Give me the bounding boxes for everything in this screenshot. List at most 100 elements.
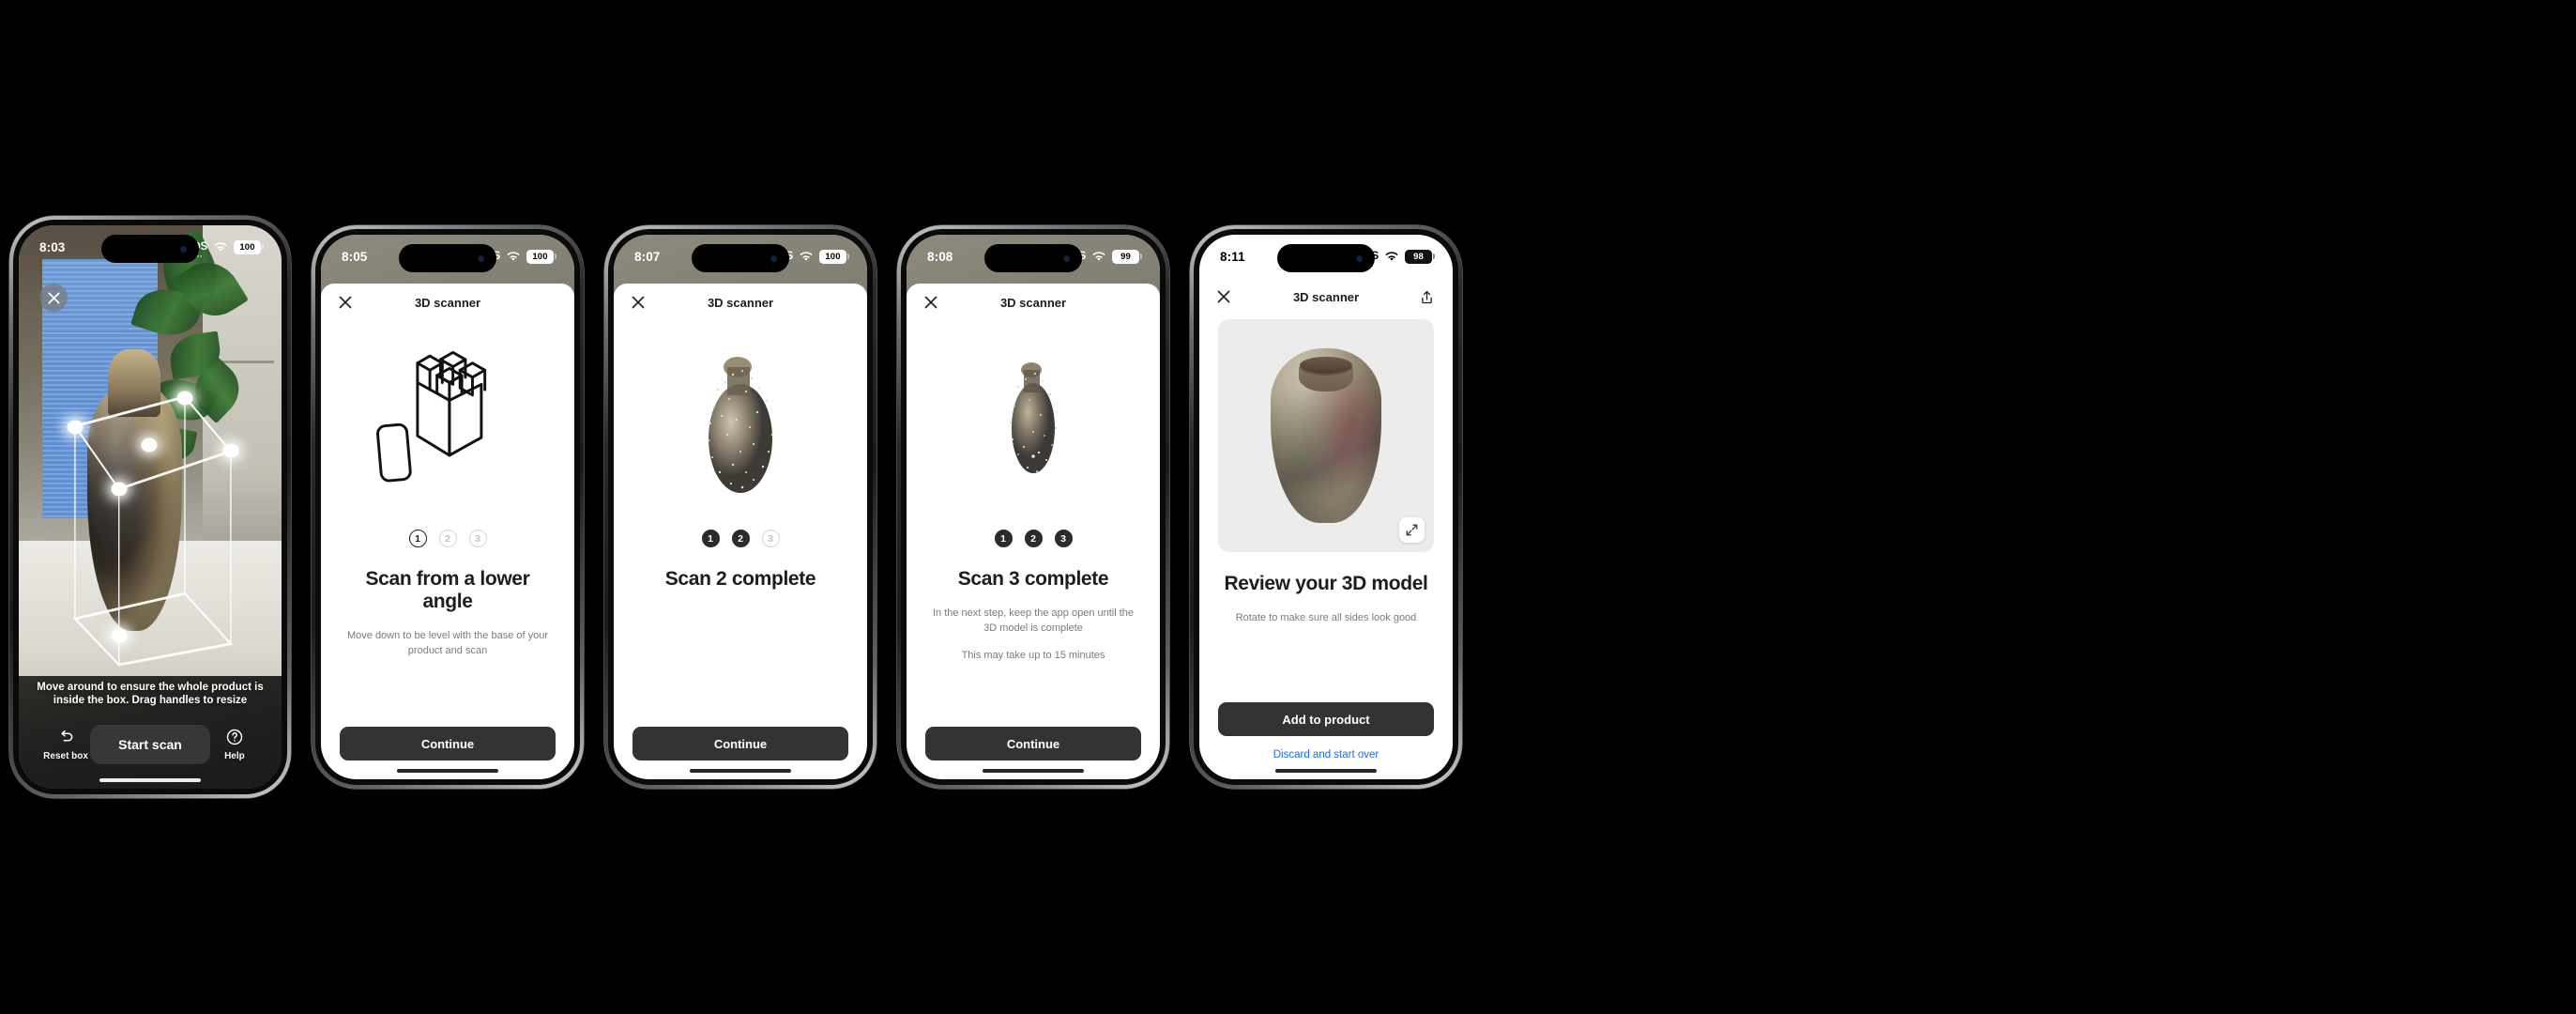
step-3: 3 xyxy=(468,530,487,547)
close-button[interactable] xyxy=(336,293,355,312)
front-camera-dot xyxy=(1063,254,1070,262)
wifi-icon xyxy=(799,251,814,262)
sheet-body: 1 2 3 Scan from a lower angle Move down … xyxy=(321,321,574,727)
phone-review-model: 8:11 SOS xyxy=(1190,225,1462,789)
close-icon xyxy=(632,296,645,309)
scanner-sheet: 3D scanner xyxy=(1199,278,1453,779)
model-viewer-card[interactable] xyxy=(1218,319,1434,552)
home-indicator[interactable] xyxy=(983,769,1084,773)
page-title: Review your 3D model xyxy=(1224,573,1428,594)
step-1: 1 xyxy=(994,530,1013,547)
close-icon xyxy=(339,296,352,309)
screen-scan-1: 8:05 SOS xyxy=(321,235,574,779)
phone-screenshot-strip: 8:03 SOS xyxy=(0,0,2576,1014)
sheet-footer: Add to product Discard and start over xyxy=(1199,702,1453,779)
scan-illustration xyxy=(633,321,848,524)
battery-indicator: 100 xyxy=(234,239,264,254)
point-cloud-vase xyxy=(707,357,774,493)
share-button[interactable] xyxy=(1417,287,1436,306)
dynamic-island xyxy=(101,235,199,263)
scanner-sheet: 3D scanner xyxy=(321,284,574,779)
close-button[interactable] xyxy=(1214,287,1233,306)
screen-review: 8:11 SOS xyxy=(1199,235,1453,779)
page-title: Scan from a lower angle xyxy=(365,568,530,612)
screen-scan-3: 8:08 SOS xyxy=(907,235,1160,779)
home-indicator[interactable] xyxy=(99,778,201,782)
bbox-handle[interactable] xyxy=(222,443,239,458)
close-icon xyxy=(924,296,937,309)
sheet-title: 3D scanner xyxy=(707,295,774,310)
sheet-title: 3D scanner xyxy=(1292,289,1360,304)
home-indicator[interactable] xyxy=(1275,769,1377,773)
ar-hint-text: Move around to ensure the whole product … xyxy=(37,681,264,707)
sheet-header: 3D scanner xyxy=(614,284,867,321)
step-3: 3 xyxy=(1054,530,1073,547)
point-cloud-vase-small xyxy=(1010,362,1058,473)
home-indicator[interactable] xyxy=(690,769,791,773)
scan-illustration xyxy=(340,321,556,524)
add-to-product-button[interactable]: Add to product xyxy=(1218,702,1434,736)
continue-button[interactable]: Continue xyxy=(633,727,848,760)
reset-box-button[interactable]: Reset box xyxy=(41,728,90,761)
screen-ar-box: 8:03 SOS xyxy=(19,225,282,789)
bounding-box-wireframe xyxy=(72,395,234,667)
silent-switch[interactable] xyxy=(315,229,318,250)
step-2: 2 xyxy=(438,530,457,547)
sheet-body: 1 2 3 Scan 2 complete xyxy=(614,321,867,727)
scanner-sheet: 3D scanner xyxy=(907,284,1160,779)
isometric-box-with-phone-icon xyxy=(376,350,487,483)
silent-switch[interactable] xyxy=(13,220,16,240)
dynamic-island xyxy=(692,244,789,272)
continue-button[interactable]: Continue xyxy=(925,727,1141,760)
close-button[interactable] xyxy=(922,293,940,312)
battery-indicator: 100 xyxy=(819,249,849,264)
bbox-handle[interactable] xyxy=(176,391,193,406)
silent-switch[interactable] xyxy=(608,229,611,250)
close-button[interactable] xyxy=(39,284,68,312)
ar-bounding-box[interactable] xyxy=(45,372,245,667)
step-indicator: 1 2 3 xyxy=(408,530,487,547)
bbox-handle[interactable] xyxy=(67,420,84,435)
status-time: 8:07 xyxy=(634,249,661,264)
silent-switch[interactable] xyxy=(1194,229,1197,250)
step-1: 1 xyxy=(701,530,720,547)
bbox-handle[interactable] xyxy=(111,628,128,643)
close-button[interactable] xyxy=(629,293,648,312)
dynamic-island xyxy=(1277,244,1375,272)
front-camera-dot xyxy=(1356,254,1363,262)
phone-bezel: 8:05 SOS xyxy=(315,229,580,785)
start-scan-button[interactable]: Start scan xyxy=(90,725,210,764)
bbox-handle[interactable] xyxy=(141,438,158,453)
sheet-header: 3D scanner xyxy=(907,284,1160,321)
question-circle-icon xyxy=(226,729,243,745)
sheet-header: 3D scanner xyxy=(1199,278,1453,315)
wifi-icon xyxy=(1091,251,1106,262)
wifi-icon xyxy=(213,241,228,253)
shelf xyxy=(210,361,274,363)
phone-bezel: 8:11 SOS xyxy=(1194,229,1458,785)
bbox-handle[interactable] xyxy=(111,482,128,497)
expand-button[interactable] xyxy=(1399,517,1425,543)
home-indicator[interactable] xyxy=(397,769,498,773)
sheet-body: Review your 3D model Rotate to make sure… xyxy=(1199,315,1453,702)
front-camera-dot xyxy=(770,254,777,262)
phone-ar-box: 8:03 SOS xyxy=(9,216,291,798)
page-subtitle: In the next step, keep the app open unti… xyxy=(932,607,1135,634)
front-camera-dot xyxy=(180,245,187,253)
close-icon xyxy=(47,291,60,304)
discard-and-start-over-link[interactable]: Discard and start over xyxy=(1218,749,1434,760)
status-time: 8:08 xyxy=(927,249,953,264)
scanned-3d-vase[interactable] xyxy=(1271,348,1381,523)
scanner-sheet: 3D scanner xyxy=(614,284,867,779)
page-title: Scan 2 complete xyxy=(664,568,816,590)
silent-switch[interactable] xyxy=(901,229,904,250)
step-2: 2 xyxy=(731,530,750,547)
help-button[interactable]: Help xyxy=(210,728,259,761)
sheet-body: 1 2 3 Scan 3 complete In the next step, … xyxy=(907,321,1160,727)
status-time: 8:11 xyxy=(1220,249,1245,264)
continue-button[interactable]: Continue xyxy=(340,727,556,760)
phone-scan-step-3: 8:08 SOS xyxy=(897,225,1169,789)
page-title: Scan 3 complete xyxy=(957,568,1109,590)
sheet-header: 3D scanner xyxy=(321,284,574,321)
battery-indicator: 98 xyxy=(1405,249,1435,264)
